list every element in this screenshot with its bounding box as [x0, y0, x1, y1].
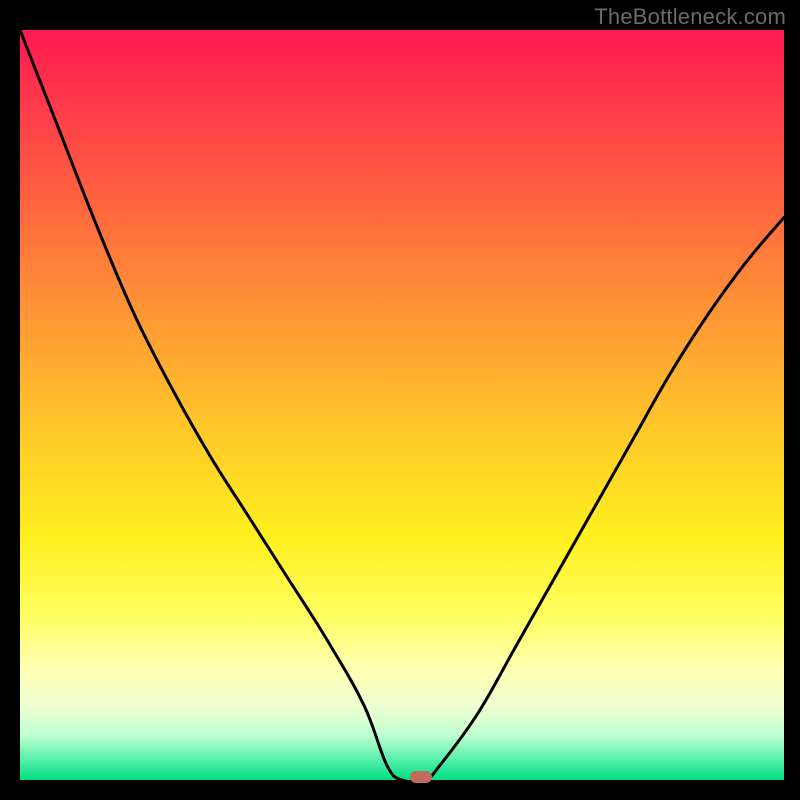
watermark-text: TheBottleneck.com [594, 4, 786, 30]
optimal-point-marker [410, 771, 432, 783]
chart-container: TheBottleneck.com [0, 0, 800, 800]
bottleneck-curve [20, 30, 784, 780]
